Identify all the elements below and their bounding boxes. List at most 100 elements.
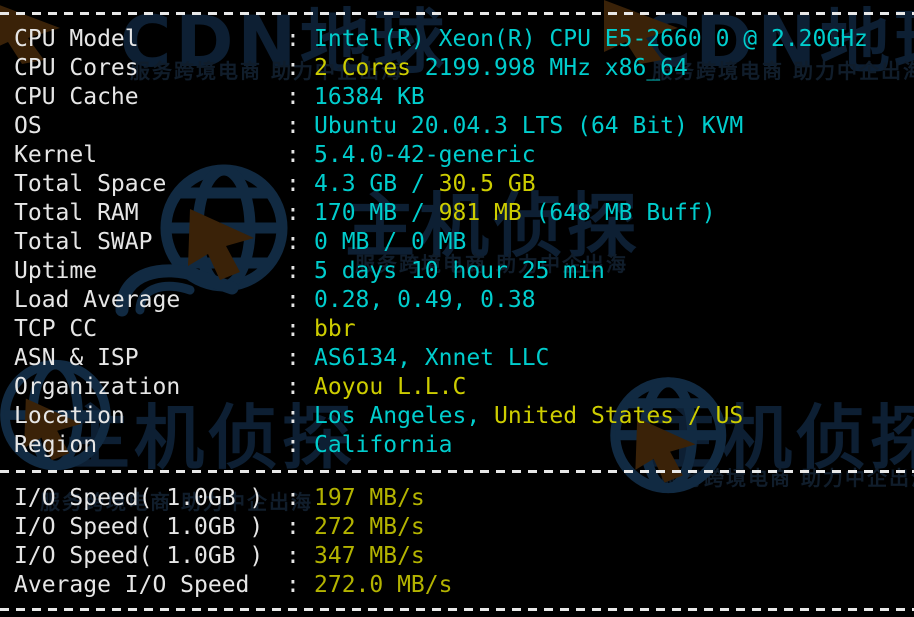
system-info-row: CPU Cores:2 Cores 2199.998 MHz x86_64 <box>0 54 914 83</box>
system-info-value-segment: / <box>410 171 425 197</box>
field-colon: : <box>286 432 300 458</box>
system-info-label: CPU Cache <box>14 84 139 110</box>
field-colon: : <box>286 200 300 226</box>
system-info-value-segment: / <box>410 200 425 226</box>
system-info-row: Total Space:4.3 GB / 30.5 GB <box>0 170 914 199</box>
system-info-value-segment: 170 MB <box>314 200 411 226</box>
system-info-label: Region <box>14 432 98 458</box>
system-info-value-segment: 4.3 GB <box>314 171 411 197</box>
system-info-label: TCP CC <box>14 316 98 342</box>
system-info-value-segment: 5.4.0-42-generic <box>314 142 536 168</box>
system-info-value-segment: 0 MB <box>314 229 384 255</box>
system-info-value: 5 days 10 hour 25 min <box>314 257 605 286</box>
system-info-value-segment: United States / US <box>494 403 744 429</box>
system-info-row: Total RAM:170 MB / 981 MB (648 MB Buff) <box>0 199 914 228</box>
system-info-row: OS: Ubuntu 20.04.3 LTS (64 Bit) KVM <box>0 112 914 141</box>
field-colon: : <box>286 229 300 255</box>
system-info-row: TCP CC: bbr <box>0 315 914 344</box>
field-colon: : <box>286 543 300 569</box>
field-colon: : <box>286 287 300 313</box>
system-info-label: CPU Cores <box>14 55 139 81</box>
system-info-value: 4.3 GB / 30.5 GB <box>314 170 536 199</box>
system-info-label: Load Average <box>14 287 181 313</box>
system-info-value-segment: Intel(R) Xeon(R) CPU E5-2660 0 @ 2.20GHz <box>314 26 868 52</box>
field-colon: : <box>286 345 300 371</box>
system-info-value-segment: 5 days 10 hour 25 min <box>314 258 605 284</box>
system-info-value: AS6134, Xnnet LLC <box>314 344 549 373</box>
system-info-value: 0.28, 0.49, 0.38 <box>314 286 536 315</box>
io-speed-value: 347 MB/s <box>314 542 425 571</box>
system-info-row: Total SWAP:0 MB / 0 MB <box>0 228 914 257</box>
system-info-label: Kernel <box>14 142 98 168</box>
system-info-value: 5.4.0-42-generic <box>314 141 536 170</box>
system-info-value: Intel(R) Xeon(R) CPU E5-2660 0 @ 2.20GHz <box>314 25 868 54</box>
system-info-value-segment: AS6134, Xnnet LLC <box>314 345 550 371</box>
io-speed-value: 272.0 MB/s <box>314 571 452 600</box>
system-info-value: 170 MB / 981 MB (648 MB Buff) <box>314 199 716 228</box>
field-colon: : <box>286 403 300 429</box>
system-info-value: Ubuntu 20.04.3 LTS (64 Bit) KVM <box>314 112 743 141</box>
field-colon: : <box>286 142 300 168</box>
system-info-label: Total RAM <box>14 200 139 226</box>
system-info-value-segment: 0.28, 0.49, 0.38 <box>314 287 536 313</box>
system-info-label: CPU Model <box>14 26 139 52</box>
system-info-value-segment: (648 MB Buff) <box>521 200 716 226</box>
system-info-value-segment: 2199.998 MHz x86_64 <box>410 55 688 81</box>
io-speed-label: I/O Speed( 1.0GB ) <box>14 514 264 540</box>
field-colon: : <box>286 55 300 81</box>
field-colon: : <box>286 171 300 197</box>
system-info-value: Los Angeles, United States / US <box>314 402 743 431</box>
system-info-value: California <box>314 431 452 460</box>
system-info-value-segment: Aoyou L.L.C <box>314 374 467 400</box>
io-speed-label: I/O Speed( 1.0GB ) <box>14 485 264 511</box>
io-speed-value: 272 MB/s <box>314 513 425 542</box>
system-info-label: Organization <box>14 374 181 400</box>
system-info-value-segment: 0 MB <box>397 229 467 255</box>
field-colon: : <box>286 316 300 342</box>
io-speed-row: I/O Speed( 1.0GB ):347 MB/s <box>0 542 914 571</box>
system-info-label: ASN & ISP <box>14 345 139 371</box>
system-info-value: 2 Cores 2199.998 MHz x86_64 <box>314 54 688 83</box>
system-info-value-segment: bbr <box>314 316 356 342</box>
system-info-label: OS <box>14 113 42 139</box>
system-info-row: Region: California <box>0 431 914 460</box>
separator-middle <box>0 470 914 473</box>
system-info-value-segment: 2 Cores <box>314 55 411 81</box>
system-info-label: Location <box>14 403 125 429</box>
system-info-row: Organization: Aoyou L.L.C <box>0 373 914 402</box>
io-speed-row: I/O Speed( 1.0GB ):272 MB/s <box>0 513 914 542</box>
system-info-label: Total SWAP <box>14 229 153 255</box>
field-colon: : <box>286 485 300 511</box>
system-info-value-segment: Los Angeles, <box>314 403 495 429</box>
field-colon: : <box>286 258 300 284</box>
io-speed-label: I/O Speed( 1.0GB ) <box>14 543 264 569</box>
system-info-label: Total Space <box>14 171 167 197</box>
io-speed-row: I/O Speed( 1.0GB ):197 MB/s <box>0 484 914 513</box>
system-info-value: bbr <box>314 315 356 344</box>
terminal-window: CDN地球 服务跨境电商 助力中企出海 CDN地球 服务跨境电商 助力中企出海 … <box>0 0 914 617</box>
system-info-value: 0 MB / 0 MB <box>314 228 466 257</box>
field-colon: : <box>286 374 300 400</box>
separator-bottom <box>0 608 914 611</box>
system-info-value-segment: / <box>383 229 398 255</box>
field-colon: : <box>286 514 300 540</box>
system-info-label: Uptime <box>14 258 98 284</box>
system-info-value-segment: 16384 KB <box>314 84 425 110</box>
system-info-row: Location: Los Angeles, United States / US <box>0 402 914 431</box>
system-info-row: CPU Model: Intel(R) Xeon(R) CPU E5-2660 0… <box>0 25 914 54</box>
system-info-row: Load Average:0.28, 0.49, 0.38 <box>0 286 914 315</box>
io-speed-value-segment: 197 MB/s <box>314 485 425 511</box>
system-info-value-segment: California <box>314 432 453 458</box>
io-speed-value-segment: 272.0 MB/s <box>314 572 453 598</box>
system-info-row: Uptime:5 days 10 hour 25 min <box>0 257 914 286</box>
field-colon: : <box>286 113 300 139</box>
system-info-value: 16384 KB <box>314 83 425 112</box>
io-speed-label: Average I/O Speed <box>14 572 250 598</box>
io-speed-value-segment: 347 MB/s <box>314 543 425 569</box>
system-info-value-segment: Ubuntu 20.04.3 LTS (64 Bit) KVM <box>314 113 744 139</box>
system-info-row: Kernel:5.4.0-42-generic <box>0 141 914 170</box>
system-info-value-segment: 981 MB <box>424 200 522 226</box>
field-colon: : <box>286 84 300 110</box>
field-colon: : <box>286 572 300 598</box>
system-info-value: Aoyou L.L.C <box>314 373 466 402</box>
